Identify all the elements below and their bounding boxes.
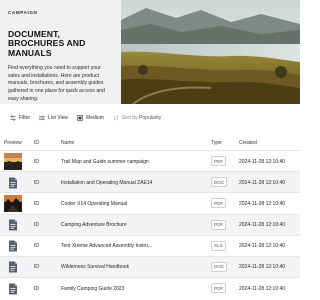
type-badge: PDF (211, 283, 227, 294)
row-name[interactable]: Family Camping Guide 2023 (61, 286, 124, 292)
header-id[interactable]: ID (34, 140, 39, 146)
medium-label: Medium (86, 115, 104, 121)
table-row[interactable]: ID Cooler X14 Operating Manual PDF 2024-… (0, 192, 300, 213)
row-id: ID (34, 222, 39, 229)
hero-text-panel: CAMPAIGN DOCUMENT, BROCHURES AND MANUALS… (0, 0, 121, 104)
row-created: 2024-11-28 12:10:40 (239, 179, 286, 186)
row-id: ID (34, 179, 39, 186)
sort-dropdown[interactable]: Sort by Popularity (113, 115, 161, 121)
row-name[interactable]: Tent Xtreme Advanced Assembly Instru... (61, 243, 152, 249)
header-type[interactable]: Type (211, 140, 222, 146)
type-badge: DOC (211, 261, 228, 272)
row-name[interactable]: Trail Map and Guide summer campaign (61, 159, 149, 165)
type-badge: PDF (211, 219, 227, 230)
campaign-label: CAMPAIGN (8, 10, 38, 15)
row-name[interactable]: Cooler X14 Operating Manual (61, 201, 127, 207)
row-id: ID (34, 200, 39, 207)
size-medium-button[interactable]: Medium (77, 115, 104, 121)
page-description: Find everything you need to support your… (8, 65, 105, 102)
row-name[interactable]: Wilderness Survival Handbook (61, 264, 129, 270)
table-row[interactable]: ID Installation and Operating Manual ZAE… (0, 171, 300, 193)
header-name[interactable]: Name (61, 140, 74, 146)
type-badge: DOC (211, 177, 228, 188)
document-icon (4, 238, 22, 255)
table-row[interactable]: ID Trail Map and Guide summer campaign P… (0, 150, 300, 171)
row-id: ID (34, 243, 39, 250)
row-id: ID (34, 264, 39, 271)
header-preview[interactable]: Preview (4, 140, 22, 146)
table-body: ID Trail Map and Guide summer campaign P… (0, 150, 300, 298)
sort-icon (113, 115, 119, 121)
row-created: 2024-11-28 12:10:40 (239, 222, 286, 229)
list-view-button[interactable]: List View (39, 115, 68, 121)
document-icon (4, 174, 22, 191)
row-created: 2024-11-28 12:10:40 (239, 243, 286, 250)
hero-landscape-image (121, 0, 300, 104)
table-row[interactable]: ID Camping Adventure Brochure PDF 2024-1… (0, 213, 300, 235)
row-created: 2024-11-28 12:10:40 (239, 158, 286, 165)
table-row[interactable]: ID Tent Xtreme Advanced Assembly Instru.… (0, 234, 300, 256)
campaign-hero: CAMPAIGN DOCUMENT, BROCHURES AND MANUALS… (0, 0, 300, 104)
table-header: Preview ID Name Type Created (0, 136, 300, 150)
filter-button[interactable]: Filter (10, 115, 30, 121)
header-created[interactable]: Created (239, 140, 257, 146)
filter-label: Filter (19, 115, 31, 121)
preview-thumbnail-mountain (4, 195, 22, 213)
sort-value: Popularity (139, 115, 162, 121)
toolbar: Filter List View Medium Sort by Populari… (0, 110, 300, 126)
type-badge: XLS (211, 240, 226, 251)
row-created: 2024-11-28 12:10:40 (239, 285, 286, 292)
filter-icon (10, 115, 16, 121)
row-name[interactable]: Installation and Operating Manual ZAE14 (61, 180, 152, 186)
page-title: DOCUMENT, BROCHURES AND MANUALS (8, 29, 86, 58)
document-icon (4, 280, 22, 297)
sort-prefix: Sort by (121, 115, 138, 121)
grid-size-icon (77, 115, 83, 121)
list-view-label: List View (48, 115, 69, 121)
document-icon (4, 259, 22, 276)
row-id: ID (34, 158, 39, 165)
row-created: 2024-11-28 12:10:40 (239, 264, 286, 271)
documents-table: Preview ID Name Type Created ID Trail Ma… (0, 136, 300, 298)
row-created: 2024-11-28 12:10:40 (239, 200, 286, 207)
list-view-icon (39, 115, 45, 121)
row-name[interactable]: Camping Adventure Brochure (61, 222, 127, 228)
table-row[interactable]: ID Family Camping Guide 2023 PDF 2024-11… (0, 277, 300, 298)
table-row[interactable]: ID Wilderness Survival Handbook DOC 2024… (0, 255, 300, 278)
preview-thumbnail-sunset (4, 153, 22, 170)
row-id: ID (34, 285, 39, 292)
type-badge: PDF (211, 198, 227, 209)
type-badge: PDF (211, 156, 227, 166)
document-icon (4, 217, 22, 234)
